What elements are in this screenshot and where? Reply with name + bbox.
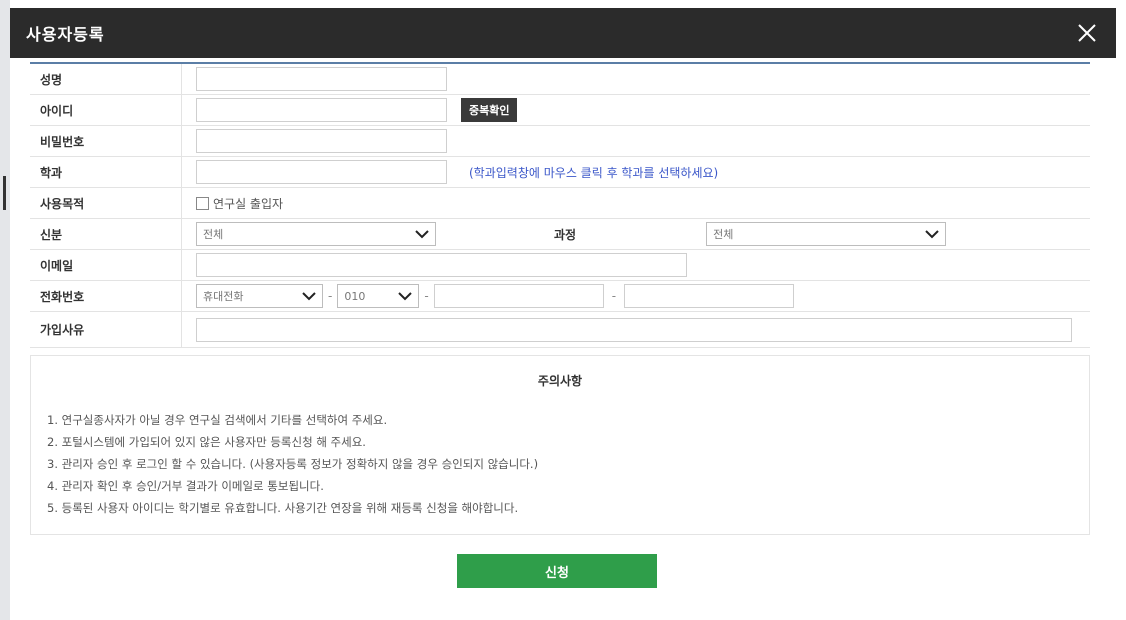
- notice-box: 주의사항 1. 연구실종사자가 아닐 경우 연구실 검색에서 기타를 선택하여 …: [30, 355, 1090, 535]
- register-form: 성명 아이디 중복확인 비밀번호 학과 (학과입력창에 마우스 클릭 후 학과를…: [30, 62, 1090, 348]
- modal-title: 사용자등록: [26, 25, 105, 44]
- background-page-mark: [3, 176, 6, 210]
- department-hint: (학과입력창에 마우스 클릭 후 학과를 선택하세요): [469, 165, 719, 180]
- password-input[interactable]: [196, 129, 447, 153]
- close-icon[interactable]: [1074, 20, 1100, 46]
- name-input[interactable]: [196, 67, 447, 91]
- modal-titlebar: 사용자등록: [10, 8, 1116, 58]
- notice-item: 3. 관리자 승인 후 로그인 할 수 있습니다. (사용자등록 정보가 정확하…: [47, 457, 539, 471]
- row-user-id: 아이디 중복확인: [30, 95, 1090, 126]
- row-department: 학과 (학과입력창에 마우스 클릭 후 학과를 선택하세요): [30, 157, 1090, 188]
- status-label: 신분: [30, 219, 182, 249]
- email-input[interactable]: [196, 253, 687, 277]
- notice-item: 4. 관리자 확인 후 승인/거부 결과가 이메일로 통보됩니다.: [47, 479, 324, 493]
- chevron-down-icon: [925, 230, 939, 239]
- phone-separator: -: [424, 289, 429, 303]
- row-phone: 전화번호 휴대전화 - 010 - -: [30, 281, 1090, 312]
- chevron-down-icon: [398, 292, 413, 301]
- lab-access-checkbox[interactable]: [196, 196, 209, 210]
- department-input[interactable]: [196, 160, 447, 184]
- phone-prefix-select[interactable]: 010: [337, 284, 420, 308]
- phone-prefix-value: 010: [344, 289, 366, 303]
- chevron-down-icon: [415, 230, 429, 239]
- password-label: 비밀번호: [30, 126, 182, 156]
- course-select[interactable]: 전체: [706, 222, 947, 246]
- phone-last-input[interactable]: [624, 284, 795, 308]
- email-label: 이메일: [30, 250, 182, 280]
- user-id-label: 아이디: [30, 95, 182, 125]
- chevron-down-icon: [302, 292, 316, 301]
- duplicate-check-button[interactable]: 중복확인: [461, 98, 518, 122]
- department-label: 학과: [30, 157, 182, 187]
- notice-item: 2. 포털시스템에 가입되어 있지 않은 사용자만 등록신청 해 주세요.: [47, 435, 366, 449]
- phone-type-select[interactable]: 휴대전화: [196, 284, 323, 308]
- phone-type-value: 휴대전화: [203, 290, 244, 303]
- course-label: 과정: [554, 227, 577, 242]
- submit-button[interactable]: 신청: [457, 554, 657, 588]
- background-page-edge: [0, 0, 10, 620]
- notice-list: 1. 연구실종사자가 아닐 경우 연구실 검색에서 기타를 선택하여 주세요. …: [47, 409, 1089, 519]
- purpose-label: 사용목적: [30, 188, 182, 218]
- phone-separator: -: [611, 289, 617, 303]
- status-select-value: 전체: [203, 228, 224, 241]
- reason-label: 가입사유: [30, 312, 182, 347]
- row-purpose: 사용목적 연구실 출입자: [30, 188, 1090, 219]
- notice-item: 5. 등록된 사용자 아이디는 학기별로 유효합니다. 사용기간 연장을 위해 …: [47, 501, 519, 515]
- course-select-value: 전체: [713, 228, 734, 241]
- name-label: 성명: [30, 64, 182, 94]
- lab-access-checkbox-label: 연구실 출입자: [213, 196, 284, 211]
- notice-title: 주의사항: [537, 374, 583, 388]
- status-select[interactable]: 전체: [196, 222, 436, 246]
- row-password: 비밀번호: [30, 126, 1090, 157]
- row-email: 이메일: [30, 250, 1090, 281]
- phone-separator: -: [328, 289, 333, 303]
- reason-input[interactable]: [196, 317, 1072, 342]
- row-name: 성명: [30, 64, 1090, 95]
- phone-middle-input[interactable]: [433, 284, 604, 308]
- user-id-input[interactable]: [196, 98, 447, 122]
- row-reason: 가입사유: [30, 312, 1090, 348]
- notice-item: 1. 연구실종사자가 아닐 경우 연구실 검색에서 기타를 선택하여 주세요.: [47, 413, 388, 427]
- row-status-course: 신분 전체 과정 전체: [30, 219, 1090, 250]
- phone-label: 전화번호: [30, 281, 182, 311]
